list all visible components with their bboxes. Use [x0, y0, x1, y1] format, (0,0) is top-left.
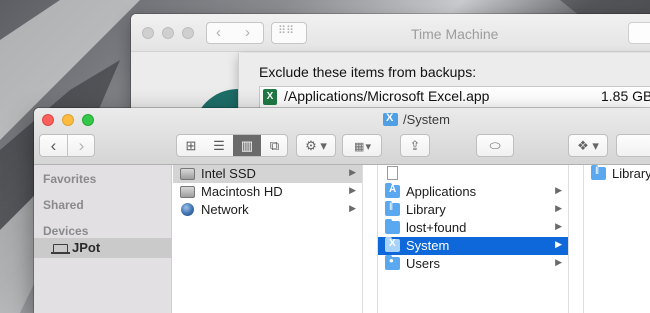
edit-tags-button[interactable]: ⬭: [476, 134, 514, 157]
chevron-right-icon: ▶: [555, 185, 562, 195]
item-label: Library: [406, 202, 446, 217]
drive-icon: [180, 186, 195, 198]
sidebar-heading-shared[interactable]: Shared: [43, 198, 84, 212]
folder-icon: [385, 219, 400, 234]
close-button[interactable]: [142, 27, 154, 39]
globe-icon: [181, 203, 194, 216]
list-item[interactable]: X /Applications/Microsoft Excel.app 1.85…: [260, 87, 650, 107]
arrange-menu-button[interactable]: ▦ ▾: [342, 134, 382, 157]
list-item[interactable]: Network ▶: [173, 201, 362, 219]
minimize-button[interactable]: [162, 27, 174, 39]
gear-icon: ⚙ ▾: [305, 138, 327, 153]
window-title: /System: [383, 112, 450, 129]
column-view-button[interactable]: ▥: [233, 135, 261, 156]
back-forward-control: ‹ ›: [206, 22, 264, 44]
sidebar-item-label: JPot: [72, 240, 101, 255]
document-icon: [387, 166, 398, 180]
browser-column-3: Library: [583, 165, 650, 313]
icon-view-button[interactable]: ⊞: [177, 135, 205, 156]
list-item[interactable]: Macintosh HD ▶: [173, 183, 362, 201]
finder-titlebar: /System ‹ › ⊞ ☰ ▥ ⧉ ⚙ ▾ ▦ ▾ ⇪ ⬭ ❖ ▾: [34, 108, 650, 165]
drive-icon: [180, 168, 195, 180]
sheet-title: Exclude these items from backups:: [259, 64, 477, 80]
item-label: Network: [201, 202, 249, 217]
share-icon: ⇪: [409, 138, 421, 153]
search-input[interactable]: [616, 134, 650, 157]
sidebar-heading-devices[interactable]: Devices: [43, 224, 88, 238]
item-size: 1.85 GB: [601, 88, 650, 104]
item-path: /Applications/Microsoft Excel.app: [284, 88, 490, 104]
sidebar: Favorites Shared Devices JPot: [34, 165, 172, 313]
system-folder-icon: [383, 112, 398, 126]
browser-column-1: Intel SSD ▶ Macintosh HD ▶ Network ▶: [173, 165, 363, 313]
back-forward-control: ‹ ›: [39, 134, 95, 157]
chevron-right-icon: ▶: [555, 221, 562, 231]
library-folder-icon: [385, 201, 400, 216]
show-all-button[interactable]: ⠿⠿: [271, 22, 307, 44]
item-label: System: [406, 238, 450, 253]
item-label: lost+found: [406, 220, 467, 235]
window-title: Time Machine: [411, 26, 499, 42]
system-folder-icon: [385, 237, 400, 252]
forward-button[interactable]: ›: [245, 24, 250, 41]
list-item[interactable]: [378, 165, 568, 183]
share-button[interactable]: ⇪: [400, 134, 430, 157]
time-machine-titlebar: ‹ › ⠿⠿ Time Machine: [131, 14, 650, 52]
cover-flow-view-button[interactable]: ⧉: [261, 135, 288, 156]
forward-button[interactable]: ›: [68, 135, 95, 156]
applications-folder-icon: [385, 183, 400, 198]
item-label: Library: [612, 166, 650, 181]
dropbox-icon: ❖ ▾: [577, 138, 599, 153]
window-title-label: /System: [403, 112, 450, 127]
library-folder-icon: [591, 165, 606, 180]
list-item[interactable]: System ▶: [378, 237, 568, 255]
list-item[interactable]: lost+found ▶: [378, 219, 568, 237]
action-menu-button[interactable]: ⚙ ▾: [296, 134, 336, 157]
close-button[interactable]: [42, 114, 54, 126]
sidebar-item-jpot[interactable]: JPot: [34, 238, 172, 258]
item-label: Users: [406, 256, 440, 271]
dropbox-menu-button[interactable]: ❖ ▾: [568, 134, 608, 157]
tag-icon: ⬭: [489, 138, 501, 153]
grid-icon: ⠿⠿: [278, 25, 295, 37]
chevron-right-icon: ▶: [555, 257, 562, 267]
excel-icon: X: [263, 89, 277, 105]
item-label: Intel SSD: [201, 166, 256, 181]
back-button[interactable]: ‹: [40, 135, 67, 156]
item-label: Macintosh HD: [201, 184, 283, 199]
zoom-button[interactable]: [82, 114, 94, 126]
users-folder-icon: [385, 255, 400, 270]
item-label: Applications: [406, 184, 477, 199]
finder-window: /System ‹ › ⊞ ☰ ▥ ⧉ ⚙ ▾ ▦ ▾ ⇪ ⬭ ❖ ▾: [34, 108, 650, 313]
chevron-right-icon: ▶: [555, 239, 562, 249]
list-view-button[interactable]: ☰: [205, 135, 233, 156]
search-input[interactable]: [628, 22, 650, 44]
back-button[interactable]: ‹: [216, 24, 221, 41]
list-item[interactable]: Intel SSD ▶: [173, 165, 362, 183]
browser-column-2: Applications ▶ Library ▶ lost+found ▶ Sy…: [377, 165, 569, 313]
sidebar-heading-favorites[interactable]: Favorites: [43, 172, 96, 186]
arrange-icon: ▦ ▾: [354, 141, 371, 153]
view-mode-control: ⊞ ☰ ▥ ⧉: [176, 134, 288, 157]
list-item[interactable]: Library ▶: [378, 201, 568, 219]
list-item[interactable]: Applications ▶: [378, 183, 568, 201]
zoom-button[interactable]: [182, 27, 194, 39]
chevron-right-icon: ▶: [349, 185, 356, 195]
chevron-right-icon: ▶: [349, 167, 356, 177]
chevron-right-icon: ▶: [555, 203, 562, 213]
list-item[interactable]: Library: [584, 165, 650, 183]
chevron-right-icon: ▶: [349, 203, 356, 213]
list-item[interactable]: Users ▶: [378, 255, 568, 273]
laptop-icon: [51, 244, 70, 254]
minimize-button[interactable]: [62, 114, 74, 126]
